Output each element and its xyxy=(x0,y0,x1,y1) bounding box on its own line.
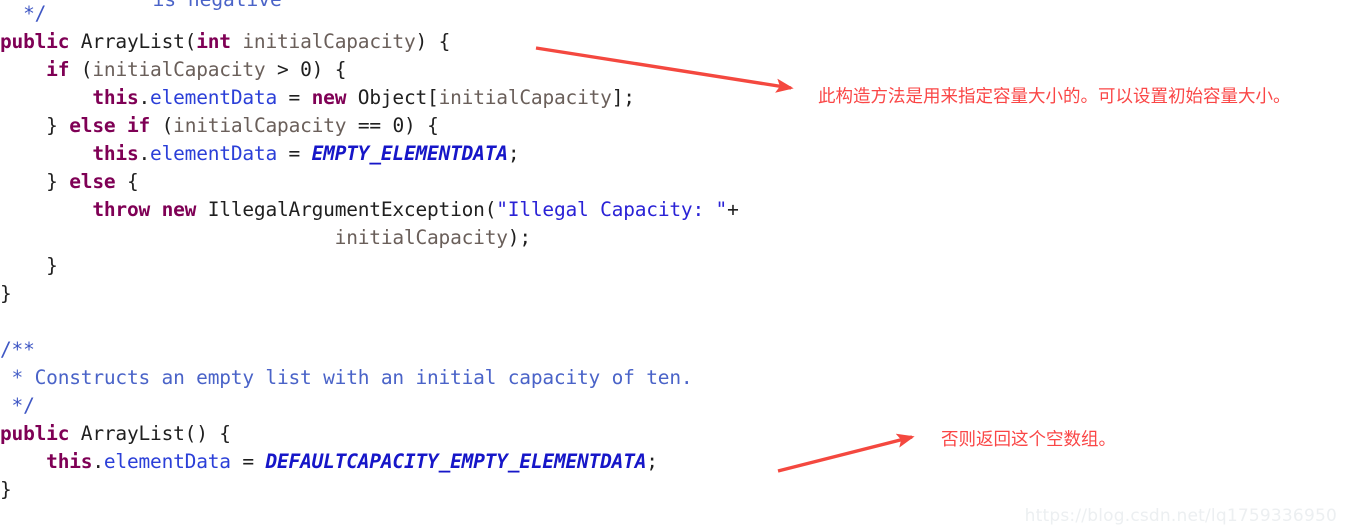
code-line-close-ctor-default: } xyxy=(0,478,12,501)
keyword-this: this xyxy=(92,142,139,165)
field-elementdata: elementData xyxy=(150,86,277,109)
field-elementdata: elementData xyxy=(150,142,277,165)
keyword-throw: throw xyxy=(92,198,151,221)
type-arraylist: ArrayList xyxy=(80,422,185,445)
keyword-this: this xyxy=(92,86,139,109)
code-line-assign-default-capacity: this.elementData = DEFAULTCAPACITY_EMPTY… xyxy=(46,450,658,473)
type-object: Object xyxy=(357,86,428,109)
keyword-public: public xyxy=(0,422,70,445)
keyword-new: new xyxy=(161,198,197,221)
code-editor-surface[interactable]: is negative */ public ArrayList(int init… xyxy=(0,0,1351,531)
param-initialcapacity: initialCapacity xyxy=(438,86,612,109)
watermark-url: https://blog.csdn.net/lq1759336950 xyxy=(1024,506,1337,526)
code-line-else: } else { xyxy=(46,170,139,193)
code-line-close-if-block: } xyxy=(0,254,58,277)
javadoc-delimiter: */ xyxy=(0,394,35,417)
code-line-throw-exception: throw new IllegalArgumentException("Ille… xyxy=(92,198,739,221)
keyword-else: else xyxy=(69,170,116,193)
code-line-javadoc-close: */ xyxy=(0,392,1351,420)
code-line-assign-empty-elementdata: this.elementData = EMPTY_ELEMENTDATA; xyxy=(92,142,520,165)
keyword-public: public xyxy=(0,30,70,53)
code-line-ctor-int-signature: public ArrayList(int initialCapacity) { xyxy=(0,30,451,53)
javadoc-delimiter: /** xyxy=(0,338,35,361)
code-line-doc-close-1: */ xyxy=(0,0,1351,28)
constant-defaultcapacity-empty-elementdata: DEFAULTCAPACITY_EMPTY_ELEMENTDATA xyxy=(265,450,647,473)
code-line-javadoc-open: /** xyxy=(0,336,1351,364)
code-line-assign-new-object: this.elementData = new Object[initialCap… xyxy=(92,86,635,109)
keyword-if: if xyxy=(126,114,151,137)
code-line-close-ctor-int: } xyxy=(0,282,12,305)
keyword-if: if xyxy=(46,58,70,81)
type-illegalargumentexception: IllegalArgumentException xyxy=(207,198,485,221)
code-line-if-gt-zero: if (initialCapacity > 0) { xyxy=(46,58,347,81)
field-elementdata: elementData xyxy=(103,450,231,473)
keyword-new: new xyxy=(311,86,347,109)
string-illegal-capacity: "Illegal Capacity: " xyxy=(496,198,728,221)
keyword-else: else xyxy=(69,114,116,137)
param-initialcapacity: initialCapacity xyxy=(173,114,347,137)
literal-zero: 0 xyxy=(392,114,404,137)
keyword-this: this xyxy=(46,450,93,473)
javadoc-text: * Constructs an empty list with an initi… xyxy=(0,366,693,389)
constant-empty-elementdata: EMPTY_ELEMENTDATA xyxy=(311,142,508,165)
javadoc-delimiter: */ xyxy=(0,2,47,25)
keyword-int: int xyxy=(196,30,231,53)
code-line-else-if-eq-zero: } else if (initialCapacity == 0) { xyxy=(46,114,439,137)
param-initialcapacity: initialCapacity xyxy=(334,226,508,249)
code-line-throw-continuation: initialCapacity); xyxy=(334,226,531,249)
code-line-javadoc-body: * Constructs an empty list with an initi… xyxy=(0,364,1351,392)
type-arraylist: ArrayList xyxy=(80,30,185,53)
literal-zero: 0 xyxy=(300,58,312,81)
code-line-ctor-default-signature: public ArrayList() { xyxy=(0,422,231,445)
param-initialcapacity: initialCapacity xyxy=(242,30,416,53)
param-initialcapacity: initialCapacity xyxy=(92,58,266,81)
